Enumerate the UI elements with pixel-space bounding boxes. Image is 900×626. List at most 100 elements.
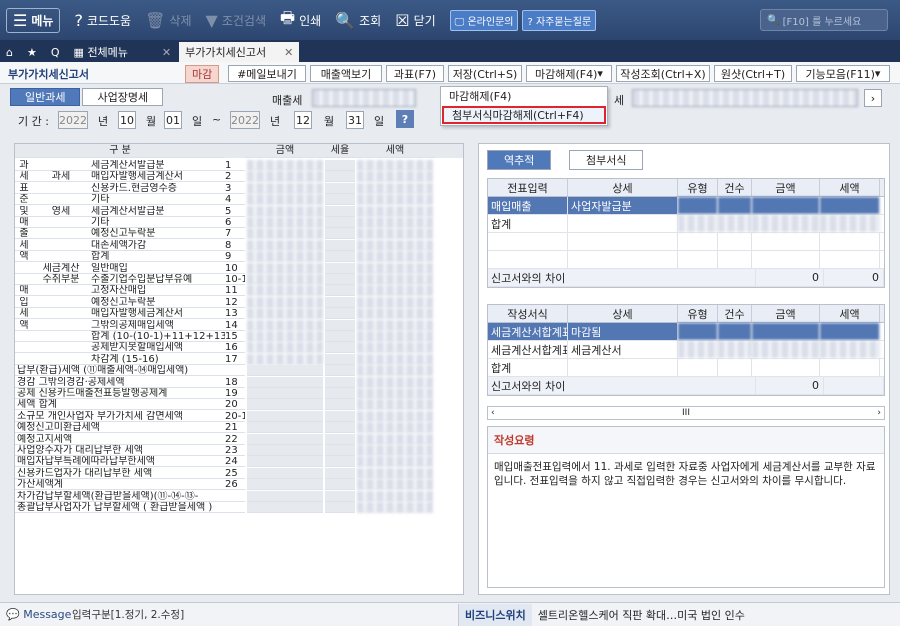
unclose-button[interactable]: 마감해제(F4) ▾ [526,65,612,82]
query-button[interactable]: 🔍 조회 [335,11,381,30]
table-row[interactable] [488,251,884,269]
tax-cell[interactable] [357,251,433,263]
tax-cell[interactable] [357,365,433,377]
star-icon[interactable]: ★ [21,42,43,62]
start-day-field[interactable]: 01 [164,111,182,129]
amount-cell[interactable] [247,479,323,491]
amount-cell[interactable] [247,217,323,228]
amount-cell[interactable] [247,456,323,468]
tax-base-button[interactable]: 과표(F7) [386,65,444,82]
tax-cell[interactable] [357,296,433,308]
tax-cell[interactable] [357,399,433,411]
help-icon[interactable]: ? [396,110,414,128]
query-created-button[interactable]: 작성조회(Ctrl+X) [616,65,710,82]
end-month-field[interactable]: 12 [294,111,312,129]
amount-cell[interactable] [247,410,323,422]
oneshot-button[interactable]: 원샷(Ctrl+T) [714,65,792,82]
table-row[interactable]: 합계 [488,215,884,233]
tab-backtrace[interactable]: 역추적 [487,150,552,170]
tab-general-taxation[interactable]: 일반과세 [10,88,81,106]
amount-cell[interactable] [247,422,323,434]
amount-cell[interactable] [247,205,323,217]
tax-cell[interactable] [357,274,433,285]
amount-cell[interactable] [247,274,323,285]
tab-attachments[interactable]: 첨부서식 [569,150,644,170]
sales-view-button[interactable]: 매출액보기 [310,65,382,82]
delete-button[interactable]: 🗑 삭제 [145,11,191,30]
amount-cell[interactable] [247,171,323,183]
tax-cell[interactable] [357,205,433,217]
table-row[interactable]: 세금계산서합계표 마감됨 [488,323,884,341]
tax-cell[interactable] [357,160,433,171]
amount-cell[interactable] [247,239,323,251]
menu-button[interactable]: ☰ 메뉴 [6,7,61,33]
tax-cell[interactable] [357,171,433,183]
tax-cell[interactable] [357,490,433,502]
tax-cell[interactable] [357,353,433,365]
table-row[interactable]: 매입매출 사업자발급분 [488,197,884,215]
amount-cell[interactable] [247,296,323,308]
table-row[interactable]: 합계 [488,359,884,377]
scroll-right-icon[interactable]: › [877,408,881,418]
chevron-right-icon[interactable]: › [864,89,882,107]
close-icon[interactable]: ✕ [284,46,293,59]
condition-search-button[interactable]: ▼ 조건검색 [206,11,266,30]
scroll-thumb[interactable]: III [682,408,690,418]
amount-cell[interactable] [247,445,323,456]
amount-cell[interactable] [247,342,323,354]
horizontal-scrollbar[interactable]: ‹ III › [487,406,885,420]
tab-all-menu[interactable]: ▦ 전체메뉴 ✕ [68,42,178,62]
amount-cell[interactable] [247,399,323,411]
menu-item-unclose[interactable]: 마감해제(F4) [441,87,607,105]
amount-cell[interactable] [247,353,323,365]
tax-cell[interactable] [357,410,433,422]
tax-cell[interactable] [357,331,433,342]
news-ticker[interactable]: 셀트리온헬스케어 직판 확대…미국 법인 인수 [532,607,745,623]
close-button[interactable]: ☒ 닫기 [395,11,435,30]
sales-tax-field[interactable] [312,89,416,107]
global-search-input[interactable]: 🔍 [F10] 를 누르세요 [760,9,888,31]
amount-cell[interactable] [247,285,323,297]
amount-cell[interactable] [247,194,323,206]
search-icon[interactable]: Q [45,42,66,62]
start-month-field[interactable]: 10 [118,111,136,129]
table-row[interactable]: 세금계산서합계표 세금계산서 [488,341,884,359]
tax-cell[interactable] [357,262,433,274]
amount-cell[interactable] [247,388,323,399]
tax-cell[interactable] [357,502,433,513]
tab-vat-return[interactable]: 부가가치세신고서 ✕ [179,42,300,62]
amount-cell[interactable] [247,467,323,479]
tax-cell[interactable] [357,342,433,354]
amount-cell[interactable] [247,308,323,320]
amount-cell[interactable] [247,319,323,331]
table-row[interactable] [488,233,884,251]
tax-cell[interactable] [357,433,433,445]
tax-cell[interactable] [357,467,433,479]
tax-cell[interactable] [357,422,433,434]
faq-button[interactable]: ? 자주묻는질문 [522,9,597,31]
function-collection-button[interactable]: 기능모음(F11) ▾ [796,65,890,82]
tax-cell[interactable] [357,194,433,206]
tax-cell[interactable] [357,285,433,297]
tax-cell[interactable] [357,376,433,388]
send-mail-button[interactable]: #메일보내기 [228,65,306,82]
tax-cell[interactable] [357,479,433,491]
amount-cell[interactable] [247,376,323,388]
end-day-field[interactable]: 31 [346,111,364,129]
tax-cell[interactable] [357,182,433,194]
tax-cell[interactable] [357,308,433,320]
code-help-button[interactable]: ? 코드도움 [74,11,131,30]
amount-cell[interactable] [247,182,323,194]
amount-cell[interactable] [247,160,323,171]
amount-cell[interactable] [247,228,323,240]
message-button[interactable]: 💬 Message [0,608,72,621]
tax-cell[interactable] [357,388,433,399]
tab-business-details[interactable]: 사업장명세 [82,88,164,106]
menu-item-attachment-unclose[interactable]: 첨부서식마감해제(Ctrl+F4) [442,106,606,124]
tax-cell[interactable] [357,456,433,468]
online-inquiry-button[interactable]: 🖵 온라인문의 [449,9,519,31]
amount-cell[interactable] [247,365,323,377]
amount-cell[interactable] [247,251,323,263]
print-button[interactable]: 🖶 인쇄 [280,7,321,34]
tax-field[interactable] [632,89,858,107]
